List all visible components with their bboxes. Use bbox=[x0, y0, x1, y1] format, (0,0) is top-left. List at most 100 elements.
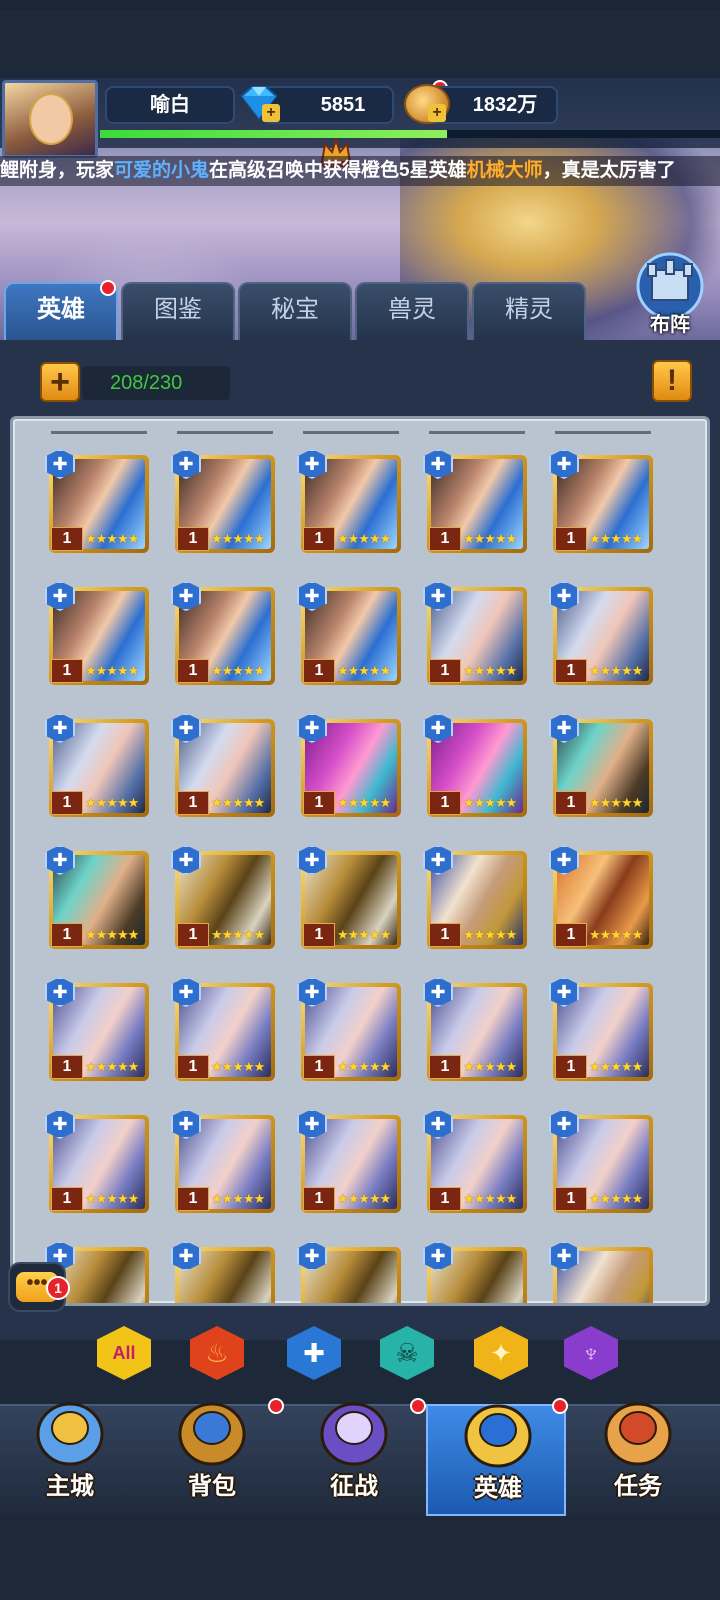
hero-stars: ★★★★★ bbox=[463, 795, 517, 810]
hero-card[interactable]: ✚ 1 ★★★★★ bbox=[423, 1109, 531, 1217]
helmet-icon bbox=[464, 1404, 532, 1468]
player-name: 喻白 bbox=[105, 86, 235, 124]
hero-card[interactable]: ✚ 1 ★★★★★ bbox=[549, 845, 657, 953]
hero-stars: ★★★★★ bbox=[211, 663, 265, 678]
hero-card[interactable]: ✚ 1 ★★★★★ bbox=[297, 449, 405, 557]
hero-stars: ★★★★★ bbox=[85, 927, 139, 942]
hero-card[interactable]: ✚ bbox=[549, 1241, 657, 1303]
formation-button[interactable]: 布阵 bbox=[630, 250, 710, 336]
nav-2[interactable]: 背包 bbox=[142, 1402, 282, 1516]
nav-1[interactable]: 主城 bbox=[0, 1402, 140, 1516]
expand-capacity-button[interactable]: + bbox=[40, 362, 80, 402]
ticker-segment: 在高级召唤中获得橙色5星英雄 bbox=[209, 160, 467, 181]
hero-level: 1 bbox=[51, 1187, 83, 1211]
hero-card[interactable]: ✚ bbox=[423, 1241, 531, 1303]
hero-level: 1 bbox=[51, 923, 83, 947]
nav-3[interactable]: 征战 bbox=[284, 1402, 424, 1516]
broadcast-ticker: 鲤附身，玩家可爱的小鬼在高级召唤中获得橙色5星英雄机械大师，真是太厉害了 bbox=[0, 156, 720, 186]
nav-label: 任务 bbox=[614, 1473, 662, 1500]
hero-level: 1 bbox=[555, 923, 587, 947]
hero-card[interactable]: ✚ 1 ★★★★★ bbox=[423, 581, 531, 689]
experience-bar bbox=[100, 130, 720, 138]
hero-card[interactable]: ✚ 1 ★★★★★ bbox=[171, 713, 279, 821]
scroll-icon bbox=[604, 1402, 672, 1466]
hero-card[interactable]: ✚ 1 ★★★★★ bbox=[171, 845, 279, 953]
column-divider bbox=[429, 431, 525, 434]
hero-level: 1 bbox=[429, 527, 461, 551]
hero-card[interactable]: ✚ 1 ★★★★★ bbox=[297, 581, 405, 689]
nav-label: 背包 bbox=[188, 1473, 236, 1500]
hero-stars: ★★★★★ bbox=[85, 1059, 139, 1074]
hero-stars: ★★★★★ bbox=[589, 531, 643, 546]
hero-card[interactable]: ✚ 1 ★★★★★ bbox=[297, 977, 405, 1085]
hero-stars: ★★★★★ bbox=[589, 927, 643, 942]
hero-card[interactable]: ✚ 1 ★★★★★ bbox=[45, 713, 153, 821]
hero-level: 1 bbox=[303, 1187, 335, 1211]
tab-5[interactable]: 精灵 bbox=[472, 282, 586, 340]
hero-card[interactable]: ✚ bbox=[171, 1241, 279, 1303]
hero-card[interactable]: ✚ 1 ★★★★★ bbox=[45, 581, 153, 689]
tab-2[interactable]: 图鉴 bbox=[121, 282, 235, 340]
hero-card[interactable]: ✚ 1 ★★★★★ bbox=[297, 713, 405, 821]
hero-card[interactable]: ✚ 1 ★★★★★ bbox=[45, 845, 153, 953]
tab-3[interactable]: 秘宝 bbox=[238, 282, 352, 340]
nav-5[interactable]: 任务 bbox=[568, 1402, 708, 1516]
hero-stars: ★★★★★ bbox=[463, 927, 517, 942]
hero-stars: ★★★★★ bbox=[85, 531, 139, 546]
hero-card[interactable]: ✚ 1 ★★★★★ bbox=[423, 845, 531, 953]
hero-stars: ★★★★★ bbox=[337, 1191, 391, 1206]
hero-stars: ★★★★★ bbox=[211, 1059, 265, 1074]
hero-stars: ★★★★★ bbox=[85, 663, 139, 678]
hero-level: 1 bbox=[429, 791, 461, 815]
hero-level: 1 bbox=[303, 923, 335, 947]
hero-card[interactable]: ✚ 1 ★★★★★ bbox=[549, 713, 657, 821]
hero-card[interactable]: ✚ 1 ★★★★★ bbox=[45, 977, 153, 1085]
hero-card[interactable]: ✚ 1 ★★★★★ bbox=[549, 449, 657, 557]
nav-4[interactable]: 英雄 bbox=[426, 1404, 566, 1516]
hero-card[interactable]: ✚ 1 ★★★★★ bbox=[171, 449, 279, 557]
nav-notification-dot bbox=[552, 1398, 568, 1414]
hero-card[interactable]: ✚ 1 ★★★★★ bbox=[423, 977, 531, 1085]
hero-card[interactable]: ✚ 1 ★★★★★ bbox=[297, 845, 405, 953]
ticker-segment: ，真是太厉害了 bbox=[542, 160, 676, 181]
ticker-segment: 机械大师 bbox=[466, 160, 543, 181]
hero-stars: ★★★★★ bbox=[337, 1059, 391, 1074]
add-gems-icon[interactable]: + bbox=[262, 104, 280, 122]
hero-stars: ★★★★★ bbox=[463, 531, 517, 546]
hero-stars: ★★★★★ bbox=[463, 1191, 517, 1206]
hero-card[interactable]: ✚ 1 ★★★★★ bbox=[45, 1109, 153, 1217]
hero-stars: ★★★★★ bbox=[337, 531, 391, 546]
hero-card[interactable]: ✚ 1 ★★★★★ bbox=[171, 1109, 279, 1217]
hero-stars: ★★★★★ bbox=[589, 663, 643, 678]
hero-level: 1 bbox=[555, 1055, 587, 1079]
column-divider bbox=[555, 431, 651, 434]
hero-level: 1 bbox=[303, 659, 335, 683]
hero-card[interactable]: ✚ 1 ★★★★★ bbox=[45, 449, 153, 557]
tab-4[interactable]: 兽灵 bbox=[355, 282, 469, 340]
hero-card[interactable]: ✚ 1 ★★★★★ bbox=[549, 977, 657, 1085]
hero-level: 1 bbox=[429, 659, 461, 683]
chat-unread-badge: 1 bbox=[46, 1276, 70, 1300]
hero-stars: ★★★★★ bbox=[337, 795, 391, 810]
column-divider bbox=[303, 431, 399, 434]
hero-card[interactable]: ✚ 1 ★★★★★ bbox=[423, 449, 531, 557]
hero-card[interactable]: ✚ 1 ★★★★★ bbox=[423, 713, 531, 821]
hero-card[interactable]: ✚ 1 ★★★★★ bbox=[171, 977, 279, 1085]
player-avatar[interactable] bbox=[2, 80, 98, 158]
info-button[interactable]: ! bbox=[652, 360, 692, 402]
hero-level: 1 bbox=[177, 923, 209, 947]
hero-stars: ★★★★★ bbox=[211, 927, 265, 942]
hero-card[interactable]: ✚ 1 ★★★★★ bbox=[171, 581, 279, 689]
hero-card[interactable]: ✚ 1 ★★★★★ bbox=[549, 581, 657, 689]
hero-stars: ★★★★★ bbox=[589, 1191, 643, 1206]
nav-label: 主城 bbox=[46, 1473, 94, 1500]
experience-fill bbox=[100, 130, 448, 138]
hero-card[interactable]: ✚ 1 ★★★★★ bbox=[549, 1109, 657, 1217]
nav-label: 英雄 bbox=[474, 1475, 522, 1502]
add-gold-icon[interactable]: + bbox=[428, 104, 446, 122]
hero-stars: ★★★★★ bbox=[211, 1191, 265, 1206]
hero-stars: ★★★★★ bbox=[337, 927, 391, 942]
hero-card[interactable]: ✚ 1 ★★★★★ bbox=[297, 1109, 405, 1217]
hero-level: 1 bbox=[555, 527, 587, 551]
hero-card[interactable]: ✚ bbox=[297, 1241, 405, 1303]
